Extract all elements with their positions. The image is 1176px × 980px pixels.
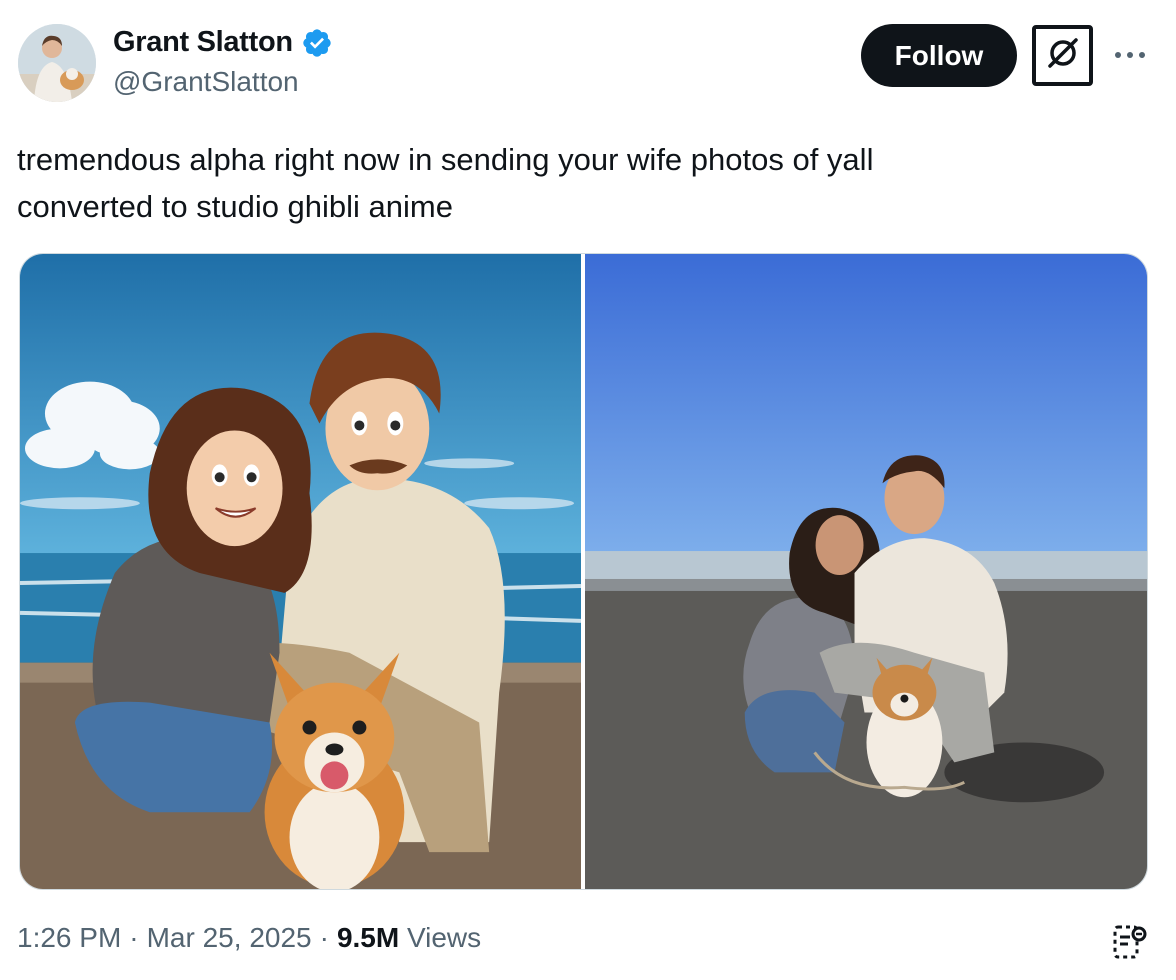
author-name-row[interactable]: Grant Slatton (113, 26, 333, 59)
grok-button[interactable] (1032, 25, 1093, 86)
meta-separator: · (129, 922, 139, 953)
tweet-meta: 1:26 PM · Mar 25, 2025 · 9.5M Views (17, 922, 481, 954)
media-image-2[interactable] (585, 254, 1147, 889)
more-horizontal-icon (1113, 47, 1147, 65)
media-image-1[interactable] (20, 254, 581, 889)
view-analytics-icon[interactable] (1112, 924, 1148, 962)
grok-icon (1045, 35, 1081, 76)
author-display-name[interactable]: Grant Slatton (113, 26, 293, 59)
anime-illustration-image (20, 254, 581, 889)
media-grid (19, 253, 1148, 890)
tweet-date[interactable]: Mar 25, 2025 (147, 922, 312, 954)
more-options-button[interactable] (1112, 44, 1148, 68)
views-label: Views (406, 922, 482, 953)
avatar[interactable] (18, 24, 96, 102)
meta-separator: · (319, 922, 329, 953)
views-count: 9.5M (336, 922, 400, 953)
verified-badge-icon[interactable] (301, 27, 333, 59)
follow-button[interactable]: Follow (861, 24, 1017, 87)
author-handle[interactable]: @GrantSlatton (113, 66, 299, 98)
tweet-text: tremendous alpha right now in sending yo… (17, 142, 874, 224)
beach-photo-image (585, 254, 1147, 889)
tweet-time[interactable]: 1:26 PM (17, 922, 121, 954)
